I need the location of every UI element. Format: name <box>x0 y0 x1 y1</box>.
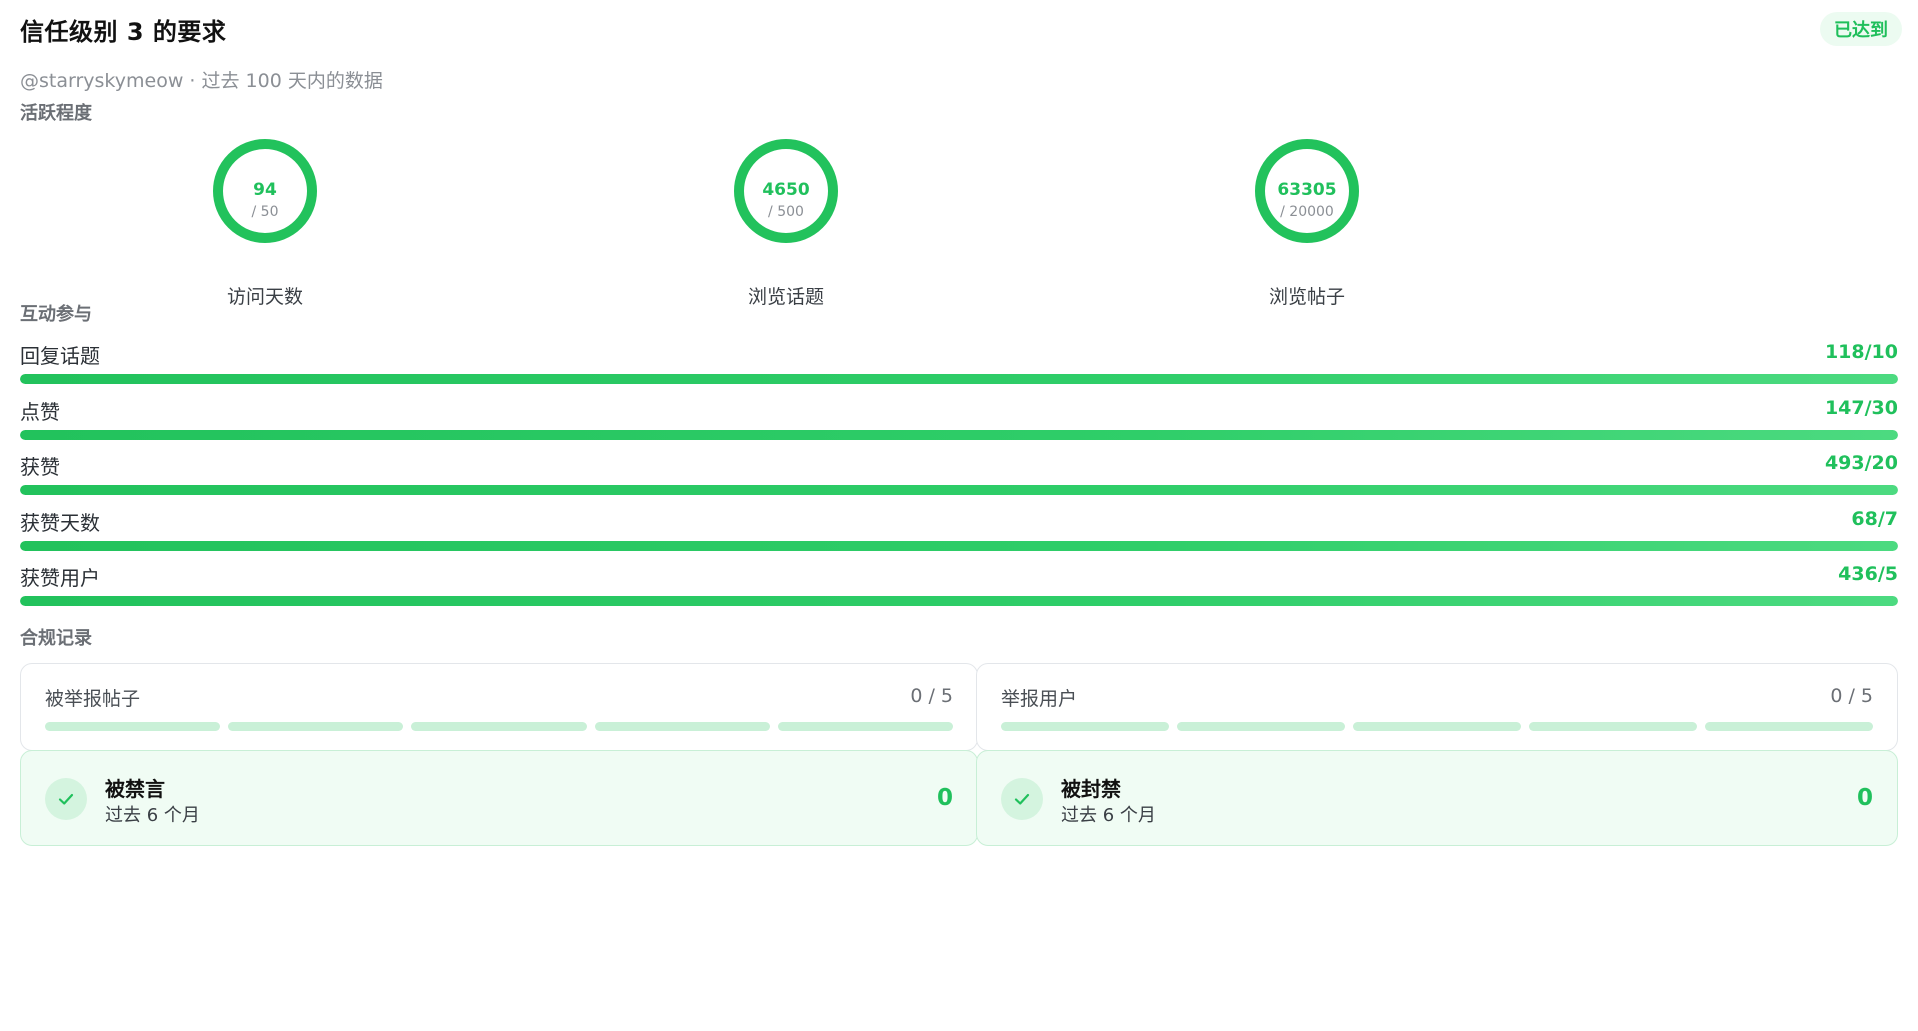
segment-bar <box>45 722 954 731</box>
gauge-visit-days: 94 / 50 访问天数 <box>185 138 345 308</box>
metric-replies: 回复话题 118/10 <box>20 340 1898 390</box>
status-value: 0 <box>1856 785 1873 811</box>
metric-likes-given: 点赞 147/30 <box>20 396 1898 446</box>
progress-track <box>20 485 1898 495</box>
gauge-value: 94 <box>253 180 277 200</box>
card-flagged-posts: 被举报帖子 0 / 5 <box>20 663 978 751</box>
check-icon <box>1001 778 1043 820</box>
metric-value: 493/20 <box>1824 452 1898 474</box>
section-label-compliance: 合规记录 <box>20 628 92 649</box>
metric-liked-users: 获赞用户 436/5 <box>20 562 1898 612</box>
card-label: 被举报帖子 <box>45 688 141 710</box>
gauge-target: / 20000 <box>1280 204 1334 220</box>
status-title: 被封禁 <box>1061 777 1121 801</box>
segment <box>228 722 404 731</box>
gauge-label: 浏览帖子 <box>1268 286 1345 308</box>
progress-track <box>20 541 1898 551</box>
metric-label: 回复话题 <box>20 344 100 368</box>
header: 信任级别 3 的要求 <box>20 12 226 47</box>
card-flagged-users: 举报用户 0 / 5 <box>976 663 1898 751</box>
gauge-label: 浏览话题 <box>747 286 824 308</box>
progress-track <box>20 430 1898 440</box>
progress-fill <box>20 485 1898 495</box>
metric-value: 147/30 <box>1824 397 1898 419</box>
status-subtitle: 过去 6 个月 <box>1061 805 1156 826</box>
status-card-suspended: 被封禁 过去 6 个月 0 <box>976 750 1898 846</box>
metric-likes-received: 获赞 493/20 <box>20 451 1898 501</box>
metric-label: 点赞 <box>20 400 60 424</box>
metric-label: 获赞用户 <box>20 566 100 590</box>
section-label-activity: 活跃程度 <box>20 103 92 124</box>
segment <box>1529 722 1697 731</box>
metric-liked-days: 获赞天数 68/7 <box>20 507 1898 557</box>
gauge-target: / 500 <box>768 204 804 220</box>
segment <box>1177 722 1345 731</box>
progress-track <box>20 374 1898 384</box>
card-label: 举报用户 <box>1001 688 1078 710</box>
gauge-posts-viewed: 63305 / 20000 浏览帖子 <box>1227 138 1387 308</box>
segment <box>411 722 587 731</box>
segment <box>777 722 954 731</box>
gauge-value: 63305 <box>1277 180 1337 200</box>
gauge-target: / 50 <box>251 204 279 220</box>
card-value: 0 / 5 <box>1830 685 1873 707</box>
gauge-topics-viewed: 4650 / 500 浏览话题 <box>706 138 866 308</box>
page-title: 信任级别 3 的要求 <box>20 18 227 46</box>
status-title: 被禁言 <box>105 777 165 801</box>
progress-track <box>20 596 1898 606</box>
check-icon <box>45 778 87 820</box>
page-subtitle: @starryskymeow · 过去 100 天内的数据 <box>20 70 383 92</box>
segment <box>1353 722 1521 731</box>
metric-value: 118/10 <box>1824 341 1898 363</box>
segment <box>594 722 770 731</box>
progress-fill <box>20 374 1898 384</box>
card-value: 0 / 5 <box>910 685 953 707</box>
metric-value: 68/7 <box>1851 508 1898 530</box>
progress-fill <box>20 541 1898 551</box>
progress-fill <box>20 430 1898 440</box>
metric-value: 436/5 <box>1838 563 1898 585</box>
segment-bar <box>1001 722 1873 731</box>
section-label-engagement: 互动参与 <box>20 304 92 325</box>
segment <box>45 722 221 731</box>
metric-label: 获赞 <box>20 455 60 479</box>
metric-label: 获赞天数 <box>20 511 100 535</box>
progress-fill <box>20 596 1898 606</box>
trust-level-requirements-panel: 信任级别 3 的要求 @starryskymeow · 过去 100 天内的数据… <box>0 0 1918 1031</box>
gauge-value: 4650 <box>762 180 810 200</box>
status-badge: 已达到 <box>1820 12 1902 46</box>
segment <box>1001 722 1169 731</box>
status-card-silenced: 被禁言 过去 6 个月 0 <box>20 750 978 846</box>
gauge-label: 访问天数 <box>226 286 303 308</box>
status-subtitle: 过去 6 个月 <box>105 805 200 826</box>
segment <box>1705 722 1873 731</box>
status-value: 0 <box>936 785 953 811</box>
